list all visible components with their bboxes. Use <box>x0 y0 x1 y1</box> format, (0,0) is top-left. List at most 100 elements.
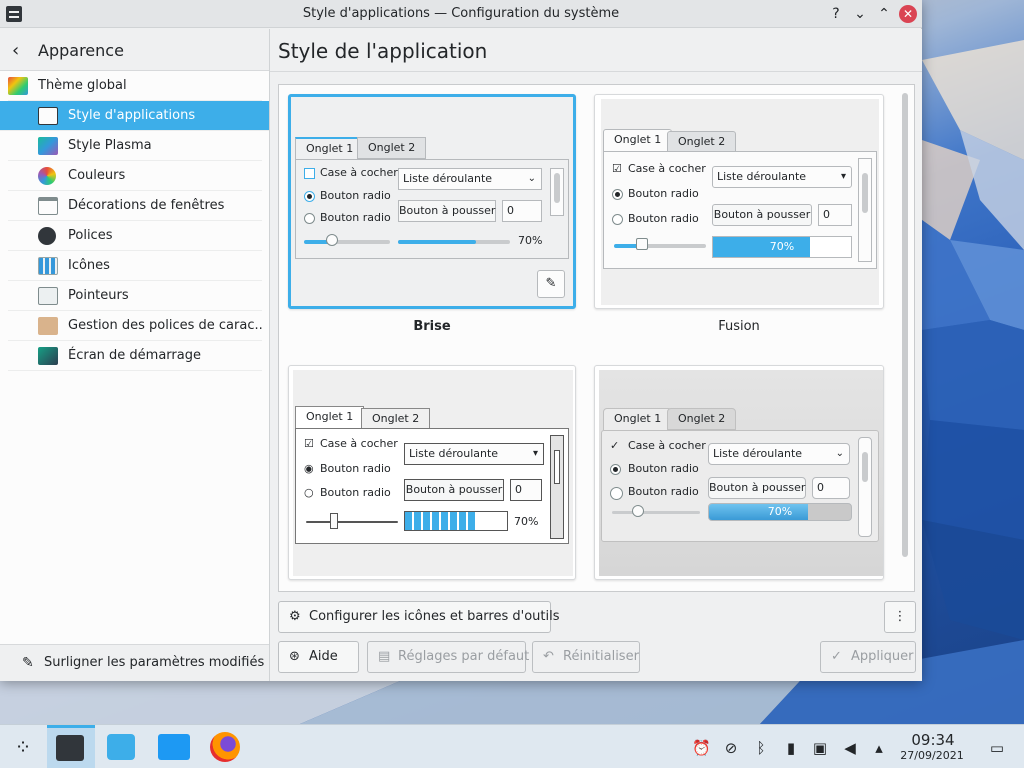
tray-expand-icon[interactable]: ▴ <box>870 739 888 757</box>
preview-radio-on <box>304 191 315 202</box>
window-decorations-icon <box>38 197 58 215</box>
preview-checkbox-label: Case à cocher <box>628 162 706 175</box>
edit-style-button[interactable]: ✎ <box>537 270 565 298</box>
preview-checkbox-label: Case à cocher <box>628 439 706 452</box>
preview-progress-text: 70% <box>769 240 795 253</box>
help-button[interactable]: ? <box>827 5 845 23</box>
sidebar-item-app-style[interactable]: Style d'applications <box>0 101 269 131</box>
more-options-button[interactable]: ⋮ <box>884 601 916 633</box>
page-title: Style de l'application <box>278 39 488 63</box>
splash-screen-icon <box>38 347 58 365</box>
volume-icon[interactable]: ◀ <box>841 739 859 757</box>
preview-combo-label: Liste déroulante <box>403 172 493 185</box>
sidebar-item-plasma-style[interactable]: Style Plasma <box>8 131 262 161</box>
preview-slider <box>614 244 706 248</box>
sidebar-item-window-decorations[interactable]: Décorations de fenêtres <box>8 191 262 221</box>
sidebar-item-global-theme[interactable]: Thème global <box>8 71 262 101</box>
document-defaults-icon: ▤ <box>378 649 391 664</box>
preview-combo: Liste déroulante ▾ <box>712 166 852 188</box>
sidebar-back-label: Apparence <box>38 41 124 60</box>
configure-icons-toolbars-button[interactable]: ⚙ Configurer les icônes et barres d'outi… <box>278 601 560 633</box>
sidebar-item-label: Couleurs <box>68 168 126 183</box>
style-card-3[interactable]: Onglet 1 Onglet 2 ☑ Case à cocher ◉ Bout… <box>288 365 576 580</box>
highlight-changed-settings-button[interactable]: ✎ Surligner les paramètres modifiés <box>0 644 269 681</box>
global-theme-icon <box>8 77 28 95</box>
cursors-icon <box>38 287 58 305</box>
alarm-icon[interactable]: ⏰ <box>692 739 711 757</box>
sidebar-item-fonts[interactable]: Polices <box>8 221 262 251</box>
preview-checkbox <box>304 168 315 179</box>
reset-button[interactable]: ↶ Réinitialiser <box>532 641 640 673</box>
preview-push-button: Bouton à pousser <box>398 200 496 222</box>
preview-progress-bar <box>404 511 508 531</box>
sidebar-item-font-management[interactable]: Gestion des polices de carac... <box>8 311 262 341</box>
sidebar-item-label: Écran de démarrage <box>68 348 201 363</box>
bluetooth-icon[interactable]: ᛒ <box>752 739 770 757</box>
defaults-button[interactable]: ▤ Réglages par défaut <box>367 641 529 673</box>
preview-checkbox-check: ✓ <box>610 439 620 452</box>
checkmark-icon: ✓ <box>831 649 842 664</box>
firefox-icon[interactable] <box>210 732 240 762</box>
sidebar-item-icons[interactable]: Icônes <box>8 251 262 281</box>
task-system-settings[interactable] <box>47 725 95 768</box>
style-name-brise: Brise <box>413 319 451 334</box>
system-settings-icon <box>56 735 84 761</box>
preview-progress-bar: 70% <box>708 503 852 521</box>
preview-frame: Case à cocher Bouton radio Bouton radio … <box>295 159 569 259</box>
sidebar-item-colors[interactable]: Couleurs <box>8 161 262 191</box>
preview-radio-label: Bouton radio <box>320 486 391 499</box>
preview-checkbox-check: ☑ <box>304 437 314 450</box>
update-notifier-icon[interactable]: ⊘ <box>722 739 740 757</box>
preview-slider <box>306 521 398 523</box>
preview-tab-1: Onglet 1 <box>295 137 365 159</box>
app-launcher-icon[interactable]: ⁘ <box>8 732 38 762</box>
network-icon[interactable]: ▣ <box>811 739 829 757</box>
chevron-down-icon: ⌄ <box>527 173 536 184</box>
preview-progress-text: 70% <box>514 515 539 528</box>
header-divider <box>270 71 922 72</box>
clock-date[interactable]: 27/09/2021 <box>896 749 968 762</box>
sidebar-header[interactable]: ‹ Apparence <box>0 29 269 71</box>
preview-radio-on <box>612 189 623 200</box>
discover-store-icon[interactable] <box>107 734 135 760</box>
preview-radio-off <box>304 213 315 224</box>
back-arrow-icon[interactable]: ‹ <box>12 40 19 61</box>
preview-spinbox: 0 <box>510 479 542 501</box>
show-desktop-icon[interactable]: ▭ <box>988 739 1006 757</box>
preview-spinbox: 0 <box>812 477 850 499</box>
title-bar[interactable]: Style d'applications — Configuration du … <box>0 0 922 28</box>
preview-spinbox: 0 <box>502 200 542 222</box>
grid-scrollbar[interactable] <box>902 93 908 557</box>
sidebar-item-splash-screen[interactable]: Écran de démarrage <box>8 341 262 371</box>
brise-preview: Onglet 1 Onglet 2 Case à cocher Bouton r… <box>291 97 573 306</box>
style-card-4[interactable]: Onglet 1 Onglet 2 ✓ Case à cocher Bouton… <box>594 365 884 580</box>
taskbar: ⁘ ⏰ ⊘ ᛒ ▮ ▣ ◀ ▴ 09:34 27/09/2021 ▭ <box>0 724 1024 768</box>
apply-button[interactable]: ✓ Appliquer <box>820 641 916 673</box>
sidebar-item-label: Thème global <box>38 78 127 93</box>
preview-push-button: Bouton à pousser <box>712 204 812 226</box>
help-lifebuoy-icon: ⊛ <box>289 649 300 664</box>
preview-radio-on-dot: ◉ <box>304 462 314 475</box>
style-card-fusion[interactable]: Onglet 1 Onglet 2 ☑ Case à cocher Bouton… <box>594 94 884 309</box>
style-card-brise[interactable]: Onglet 1 Onglet 2 Case à cocher Bouton r… <box>288 94 576 309</box>
preview-tab-2: Onglet 2 <box>357 137 427 159</box>
preview-progress-text: 70% <box>767 505 793 518</box>
preview-slider <box>612 511 700 514</box>
help-dialog-button[interactable]: ⊛ Aide <box>278 641 359 673</box>
dolphin-folder-icon[interactable] <box>158 734 190 760</box>
preview-radio-off <box>610 487 623 500</box>
clock-time[interactable]: 09:34 <box>898 731 968 749</box>
preview-checkbox-label: Case à cocher <box>320 437 398 450</box>
removable-device-icon[interactable]: ▮ <box>782 739 800 757</box>
sidebar-item-label: Icônes <box>68 258 110 273</box>
close-button[interactable]: ✕ <box>899 5 917 23</box>
preview-tab-2: Onglet 2 <box>361 408 431 430</box>
minimize-button[interactable]: ⌄ <box>851 5 869 23</box>
preview-combo-label: Liste déroulante <box>713 447 803 460</box>
preview-tab-1: Onglet 1 <box>603 129 673 151</box>
preview-radio-label: Bouton radio <box>628 212 699 225</box>
preview-combo: Liste déroulante ▾ <box>404 443 544 465</box>
maximize-button[interactable]: ⌃ <box>875 5 893 23</box>
sidebar-item-label: Gestion des polices de carac... <box>68 318 262 333</box>
sidebar-item-cursors[interactable]: Pointeurs <box>8 281 262 311</box>
